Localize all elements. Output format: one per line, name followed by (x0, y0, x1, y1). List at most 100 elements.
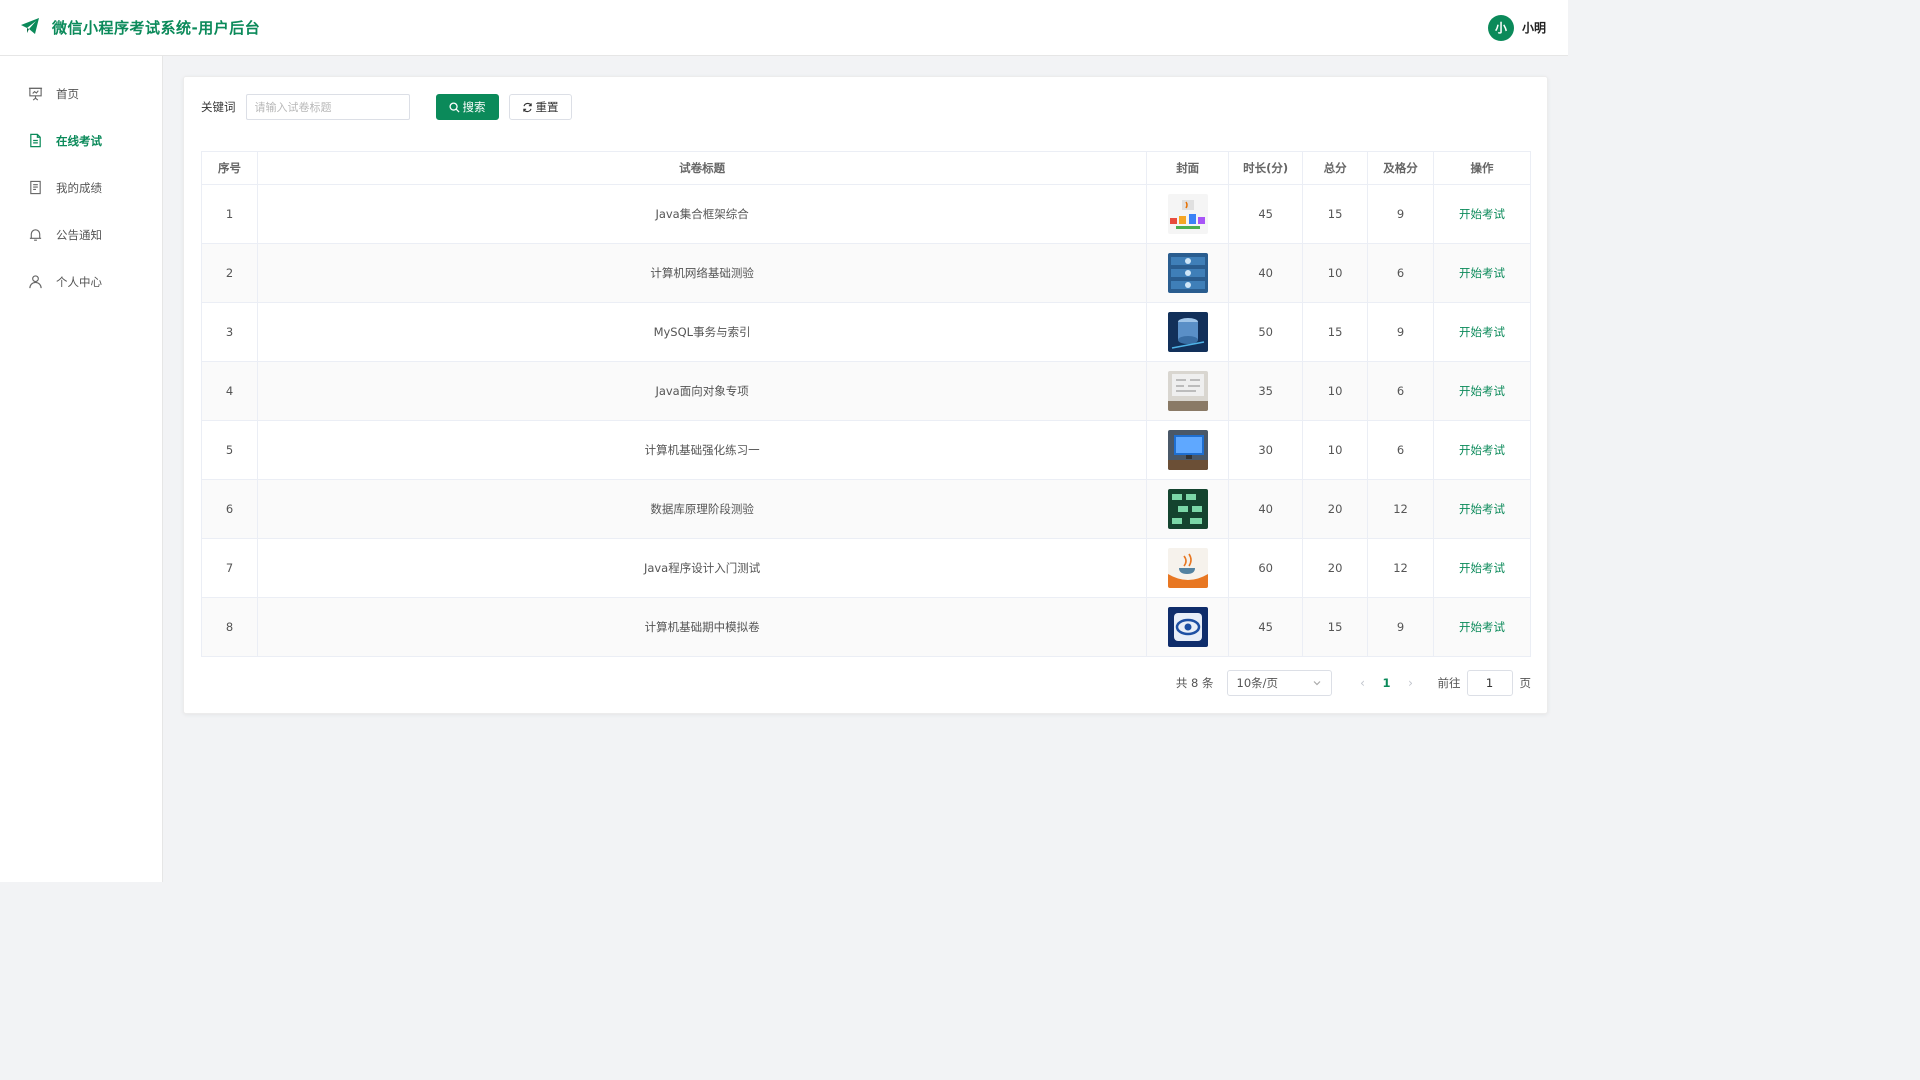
page-size-select[interactable]: 10条/页 (1226, 670, 1332, 696)
user-name[interactable]: 小明 (1522, 19, 1546, 36)
action-cell: 开始考试 (1433, 538, 1531, 598)
start-exam-link[interactable]: 开始考试 (1459, 620, 1505, 634)
start-exam-link[interactable]: 开始考试 (1459, 325, 1505, 339)
start-exam-link[interactable]: 开始考试 (1459, 384, 1505, 398)
table-row: 5 计算机基础强化练习一 30 10 6 开始考试 (201, 420, 1531, 480)
next-page-button[interactable]: › (1398, 676, 1424, 690)
cover-cell (1146, 243, 1230, 303)
keyword-label: 关键词 (201, 100, 236, 114)
cover-cell (1146, 479, 1230, 539)
column-header: 封面 (1146, 151, 1230, 185)
cover-cell (1146, 361, 1230, 421)
document-icon (30, 133, 41, 148)
goto-page-input[interactable] (1466, 670, 1513, 696)
cover-cell (1146, 420, 1230, 480)
duration: 45 (1228, 184, 1304, 244)
app-title: 微信小程序考试系统-用户后台 (52, 19, 261, 37)
exam-title: MySQL事务与索引 (256, 302, 1148, 362)
exam-title: 计算机网络基础测验 (256, 243, 1148, 303)
refresh-icon (522, 102, 532, 112)
sidebar-item-label: 我的成绩 (56, 180, 102, 195)
sidebar-item-label: 在线考试 (56, 133, 102, 148)
row-number: 5 (201, 420, 258, 480)
pass-score: 6 (1367, 361, 1435, 421)
action-cell: 开始考试 (1433, 302, 1531, 362)
reset-button[interactable]: 重置 (508, 94, 572, 120)
action-cell: 开始考试 (1433, 361, 1531, 421)
table-row: 3 MySQL事务与索引 50 15 9 开始考试 (201, 302, 1531, 362)
cover-image (1167, 253, 1208, 293)
user-icon (29, 275, 42, 289)
sidebar: 首页 在线考试 我的成绩 公告通知 个人中心 (0, 56, 163, 882)
chevron-down-icon (1313, 681, 1320, 686)
pass-score: 6 (1367, 420, 1435, 480)
total-score: 20 (1302, 479, 1369, 539)
action-cell: 开始考试 (1433, 243, 1531, 303)
row-number: 8 (201, 597, 258, 657)
exam-title: 计算机基础强化练习一 (256, 420, 1148, 480)
brand: 微信小程序考试系统-用户后台 (20, 17, 260, 38)
total-score: 10 (1302, 361, 1369, 421)
cover-cell (1146, 538, 1230, 598)
page-number[interactable]: 1 (1376, 676, 1398, 690)
avatar[interactable]: 小 (1487, 14, 1514, 41)
total-score: 15 (1302, 184, 1369, 244)
cover-cell (1146, 302, 1230, 362)
user-menu[interactable]: 小 小明 (1487, 14, 1546, 41)
cover-image (1167, 548, 1208, 588)
start-exam-link[interactable]: 开始考试 (1459, 207, 1505, 221)
sidebar-item-label: 个人中心 (56, 274, 102, 289)
duration: 40 (1228, 479, 1304, 539)
search-button[interactable]: 搜索 (435, 94, 499, 120)
start-exam-link[interactable]: 开始考试 (1459, 502, 1505, 516)
action-cell: 开始考试 (1433, 597, 1531, 657)
pass-score: 9 (1367, 597, 1435, 657)
sidebar-item-my-scores[interactable]: 我的成绩 (0, 164, 162, 211)
cover-cell (1146, 184, 1230, 244)
sidebar-item-notices[interactable]: 公告通知 (0, 211, 162, 258)
cover-image (1167, 312, 1208, 352)
row-number: 2 (201, 243, 258, 303)
reset-button-label: 重置 (535, 100, 559, 114)
pass-score: 12 (1367, 479, 1435, 539)
search-input[interactable] (245, 94, 410, 120)
table-row: 6 数据库原理阶段测验 40 20 12 开始考试 (201, 479, 1531, 539)
exam-title: 计算机基础期中模拟卷 (256, 597, 1148, 657)
start-exam-link[interactable]: 开始考试 (1459, 561, 1505, 575)
pass-score: 9 (1367, 184, 1435, 244)
column-header: 序号 (201, 151, 258, 185)
top-header: 微信小程序考试系统-用户后台 小 小明 (0, 0, 1568, 56)
duration: 45 (1228, 597, 1304, 657)
start-exam-link[interactable]: 开始考试 (1459, 266, 1505, 280)
table-row: 1 Java集合框架综合 45 15 9 开始考试 (201, 184, 1531, 244)
table-row: 4 Java面向对象专项 35 10 6 开始考试 (201, 361, 1531, 421)
bell-icon (29, 229, 42, 241)
exam-title: Java程序设计入门测试 (256, 538, 1148, 598)
prev-page-button[interactable]: ‹ (1350, 676, 1376, 690)
duration: 30 (1228, 420, 1304, 480)
page-size-value: 10条/页 (1236, 676, 1279, 690)
column-header: 及格分 (1367, 151, 1435, 185)
action-cell: 开始考试 (1433, 479, 1531, 539)
duration: 60 (1228, 538, 1304, 598)
total-score: 20 (1302, 538, 1369, 598)
table-header-row: 序号 试卷标题 封面 时长(分) 总分 及格分 操作 (201, 151, 1531, 185)
goto-label: 前往 (1437, 676, 1461, 690)
sidebar-item-home[interactable]: 首页 (0, 70, 162, 117)
column-header: 总分 (1302, 151, 1369, 185)
cover-cell (1146, 597, 1230, 657)
row-number: 6 (201, 479, 258, 539)
exam-title: 数据库原理阶段测验 (256, 479, 1148, 539)
start-exam-link[interactable]: 开始考试 (1459, 443, 1505, 457)
presentation-icon (28, 87, 43, 101)
sidebar-item-profile[interactable]: 个人中心 (0, 258, 162, 305)
exam-title: Java面向对象专项 (256, 361, 1148, 421)
total-count: 共 8 条 (1175, 676, 1214, 690)
search-icon (448, 101, 460, 113)
action-cell: 开始考试 (1433, 420, 1531, 480)
exam-list-panel: 关键词 搜索 重置 序号 试卷标题 封面 时长(分) 总分 及格分 操作 1 (183, 76, 1548, 714)
sidebar-item-online-exam[interactable]: 在线考试 (0, 117, 162, 164)
table-row: 8 计算机基础期中模拟卷 45 15 9 开始考试 (201, 597, 1531, 657)
exam-table: 序号 试卷标题 封面 时长(分) 总分 及格分 操作 1 Java集合框架综合 … (201, 151, 1531, 657)
sidebar-item-label: 首页 (56, 86, 79, 101)
